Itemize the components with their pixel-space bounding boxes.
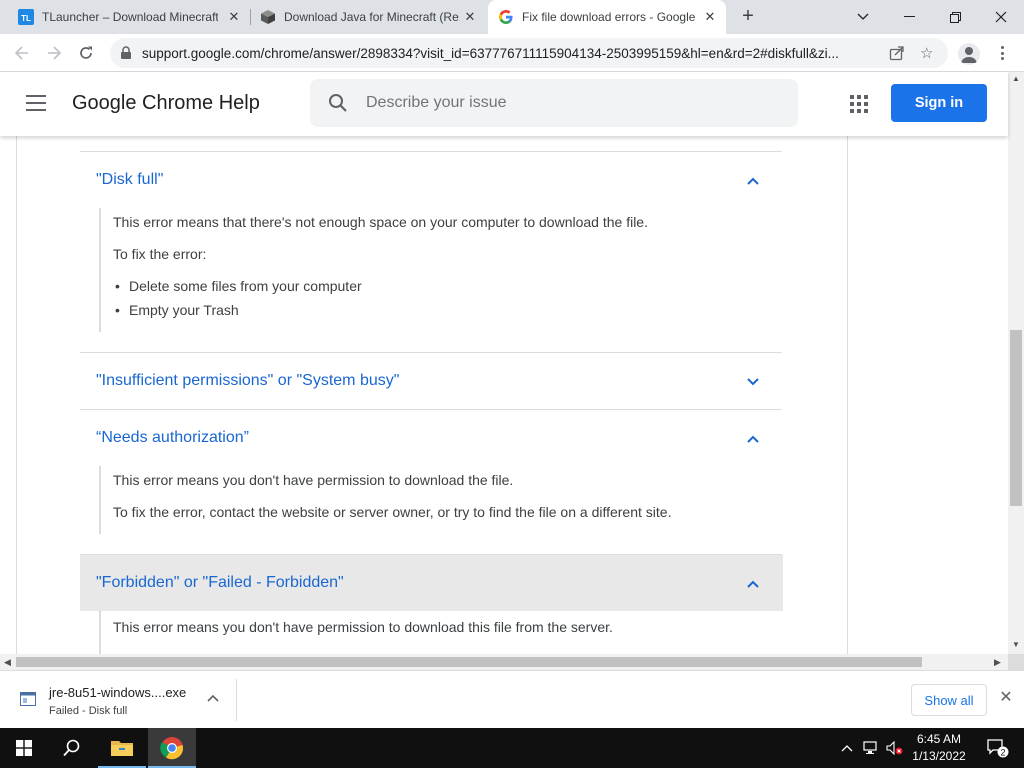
body-text: To fix the error, contact the website or…: [113, 504, 672, 520]
article-border: [847, 136, 848, 654]
network-icon[interactable]: [860, 728, 882, 768]
body-text: This error means that there's not enough…: [113, 214, 648, 230]
chevron-up-icon[interactable]: [746, 176, 760, 186]
search-box[interactable]: [310, 79, 798, 127]
scroll-down-arrow-icon[interactable]: ▼: [1012, 640, 1020, 649]
windows-start-icon[interactable]: [0, 728, 48, 768]
accordion-body-needs-authorization: This error means you don't have permissi…: [99, 466, 671, 534]
tlauncher-icon: TL: [18, 9, 34, 25]
list-item: Delete some files from your computer: [115, 278, 362, 294]
accordion-forbidden[interactable]: "Forbidden" or "Failed - Forbidden": [80, 555, 782, 611]
download-filename[interactable]: jre-8u51-windows....exe: [49, 685, 186, 700]
tab-close-icon[interactable]: ✕: [226, 9, 242, 25]
minecraft-block-icon: [260, 9, 276, 25]
address-bar[interactable]: support.google.com/chrome/answer/2898334…: [110, 38, 948, 68]
scroll-left-arrow-icon[interactable]: ◀: [4, 657, 11, 668]
url-text[interactable]: support.google.com/chrome/answer/2898334…: [142, 46, 882, 61]
body-text: To fix the error:: [113, 246, 207, 262]
accordion-title[interactable]: “Needs authorization”: [96, 429, 249, 447]
lock-icon[interactable]: [120, 46, 132, 65]
main-menu-icon[interactable]: [26, 95, 46, 111]
file-explorer-icon[interactable]: [98, 728, 146, 768]
search-icon[interactable]: [328, 93, 348, 118]
share-icon[interactable]: [889, 45, 905, 66]
tab-tlauncher[interactable]: TL TLauncher – Download Minecraft ✕: [8, 0, 248, 34]
accordion-title[interactable]: "Disk full": [96, 171, 163, 189]
tab-java-download[interactable]: Download Java for Minecraft (Re... ✕: [250, 0, 486, 34]
help-header: Google Chrome Help Sign in: [0, 72, 1008, 136]
help-center-title[interactable]: Google Chrome Help: [72, 92, 260, 115]
tab-fix-download-errors[interactable]: Fix file download errors - Google ✕: [488, 0, 726, 34]
windows-taskbar: 6:45 AM 1/13/2022 2: [0, 728, 1024, 768]
bookmark-star-icon[interactable]: ☆: [920, 44, 933, 62]
window-close-icon[interactable]: [978, 0, 1024, 34]
horizontal-scrollbar[interactable]: ◀ ▶: [0, 654, 1008, 670]
scroll-thumb[interactable]: [1010, 330, 1022, 506]
download-status: Failed - Disk full: [49, 705, 128, 717]
new-tab-plus-icon[interactable]: +: [737, 6, 759, 28]
vertical-scrollbar[interactable]: ▲ ▼: [1008, 72, 1024, 654]
back-arrow-icon[interactable]: [10, 41, 34, 65]
tab-close-icon[interactable]: ✕: [462, 9, 478, 25]
chevron-up-icon[interactable]: [746, 434, 760, 444]
google-apps-grid-icon[interactable]: [850, 95, 868, 113]
taskbar-search-icon[interactable]: [48, 728, 96, 768]
chrome-menu-icon[interactable]: [994, 43, 1010, 63]
tab-search-chevron-icon[interactable]: [840, 0, 886, 34]
scroll-corner: [1008, 654, 1024, 670]
minimize-icon[interactable]: [886, 0, 932, 34]
close-download-shelf-icon[interactable]: ✕: [998, 690, 1014, 706]
taskbar-clock[interactable]: 6:45 AM 1/13/2022: [906, 731, 972, 765]
accordion-title[interactable]: "Forbidden" or "Failed - Forbidden": [96, 574, 344, 592]
download-shelf: jre-8u51-windows....exe Failed - Disk fu…: [0, 670, 1024, 728]
scroll-up-arrow-icon[interactable]: ▲: [1012, 74, 1020, 83]
accordion-body-disk-full: This error means that there's not enough…: [99, 208, 648, 332]
list-item: Empty your Trash: [115, 302, 239, 318]
chevron-down-icon[interactable]: [746, 377, 760, 387]
chevron-up-icon[interactable]: [206, 693, 220, 703]
scroll-right-arrow-icon[interactable]: ▶: [994, 657, 1001, 668]
show-all-button[interactable]: Show all: [911, 684, 987, 716]
action-center-icon[interactable]: 2: [980, 728, 1016, 768]
clock-time: 6:45 AM: [916, 732, 962, 746]
accordion-needs-authorization[interactable]: “Needs authorization”: [80, 410, 782, 466]
notification-count: 2: [1000, 748, 1005, 758]
download-item[interactable]: jre-8u51-windows....exe Failed - Disk fu…: [10, 677, 236, 723]
article-border: [16, 136, 17, 654]
body-text: This error means you don't have permissi…: [113, 472, 514, 488]
sign-in-button[interactable]: Sign in: [891, 84, 987, 122]
accordion-body-forbidden: This error means you don't have permissi…: [99, 611, 613, 654]
volume-muted-icon[interactable]: [884, 728, 906, 768]
tab-strip: TL TLauncher – Download Minecraft ✕ Down…: [0, 0, 1024, 34]
accordion-disk-full[interactable]: "Disk full": [80, 152, 782, 208]
body-text: This error means you don't have permissi…: [113, 619, 613, 635]
chrome-taskbar-icon[interactable]: [148, 728, 196, 768]
scroll-thumb[interactable]: [16, 657, 922, 667]
accordion-insufficient-permissions[interactable]: "Insufficient permissions" or "System bu…: [80, 353, 782, 409]
tab-close-icon[interactable]: ✕: [702, 9, 718, 25]
svg-text:TL: TL: [21, 14, 31, 23]
divider: [236, 679, 237, 721]
search-input[interactable]: [366, 91, 766, 115]
tray-chevron-up-icon[interactable]: [836, 728, 858, 768]
google-g-icon: [498, 9, 514, 25]
chevron-up-icon[interactable]: [746, 579, 760, 589]
restore-icon[interactable]: [932, 0, 978, 34]
exe-file-icon: [20, 692, 36, 706]
browser-toolbar: support.google.com/chrome/answer/2898334…: [0, 34, 1024, 72]
tab-title: TLauncher – Download Minecraft: [42, 10, 218, 24]
tab-title: Fix file download errors - Google: [522, 10, 696, 24]
clock-date: 1/13/2022: [912, 749, 966, 763]
accordion-title[interactable]: "Insufficient permissions" or "System bu…: [96, 372, 399, 390]
tab-title: Download Java for Minecraft (Re...: [284, 10, 460, 24]
forward-arrow-icon[interactable]: [42, 41, 66, 65]
profile-avatar-icon[interactable]: [958, 43, 980, 65]
article-content: "Disk full" This error means that there'…: [0, 136, 1008, 654]
reload-icon[interactable]: [74, 41, 98, 65]
